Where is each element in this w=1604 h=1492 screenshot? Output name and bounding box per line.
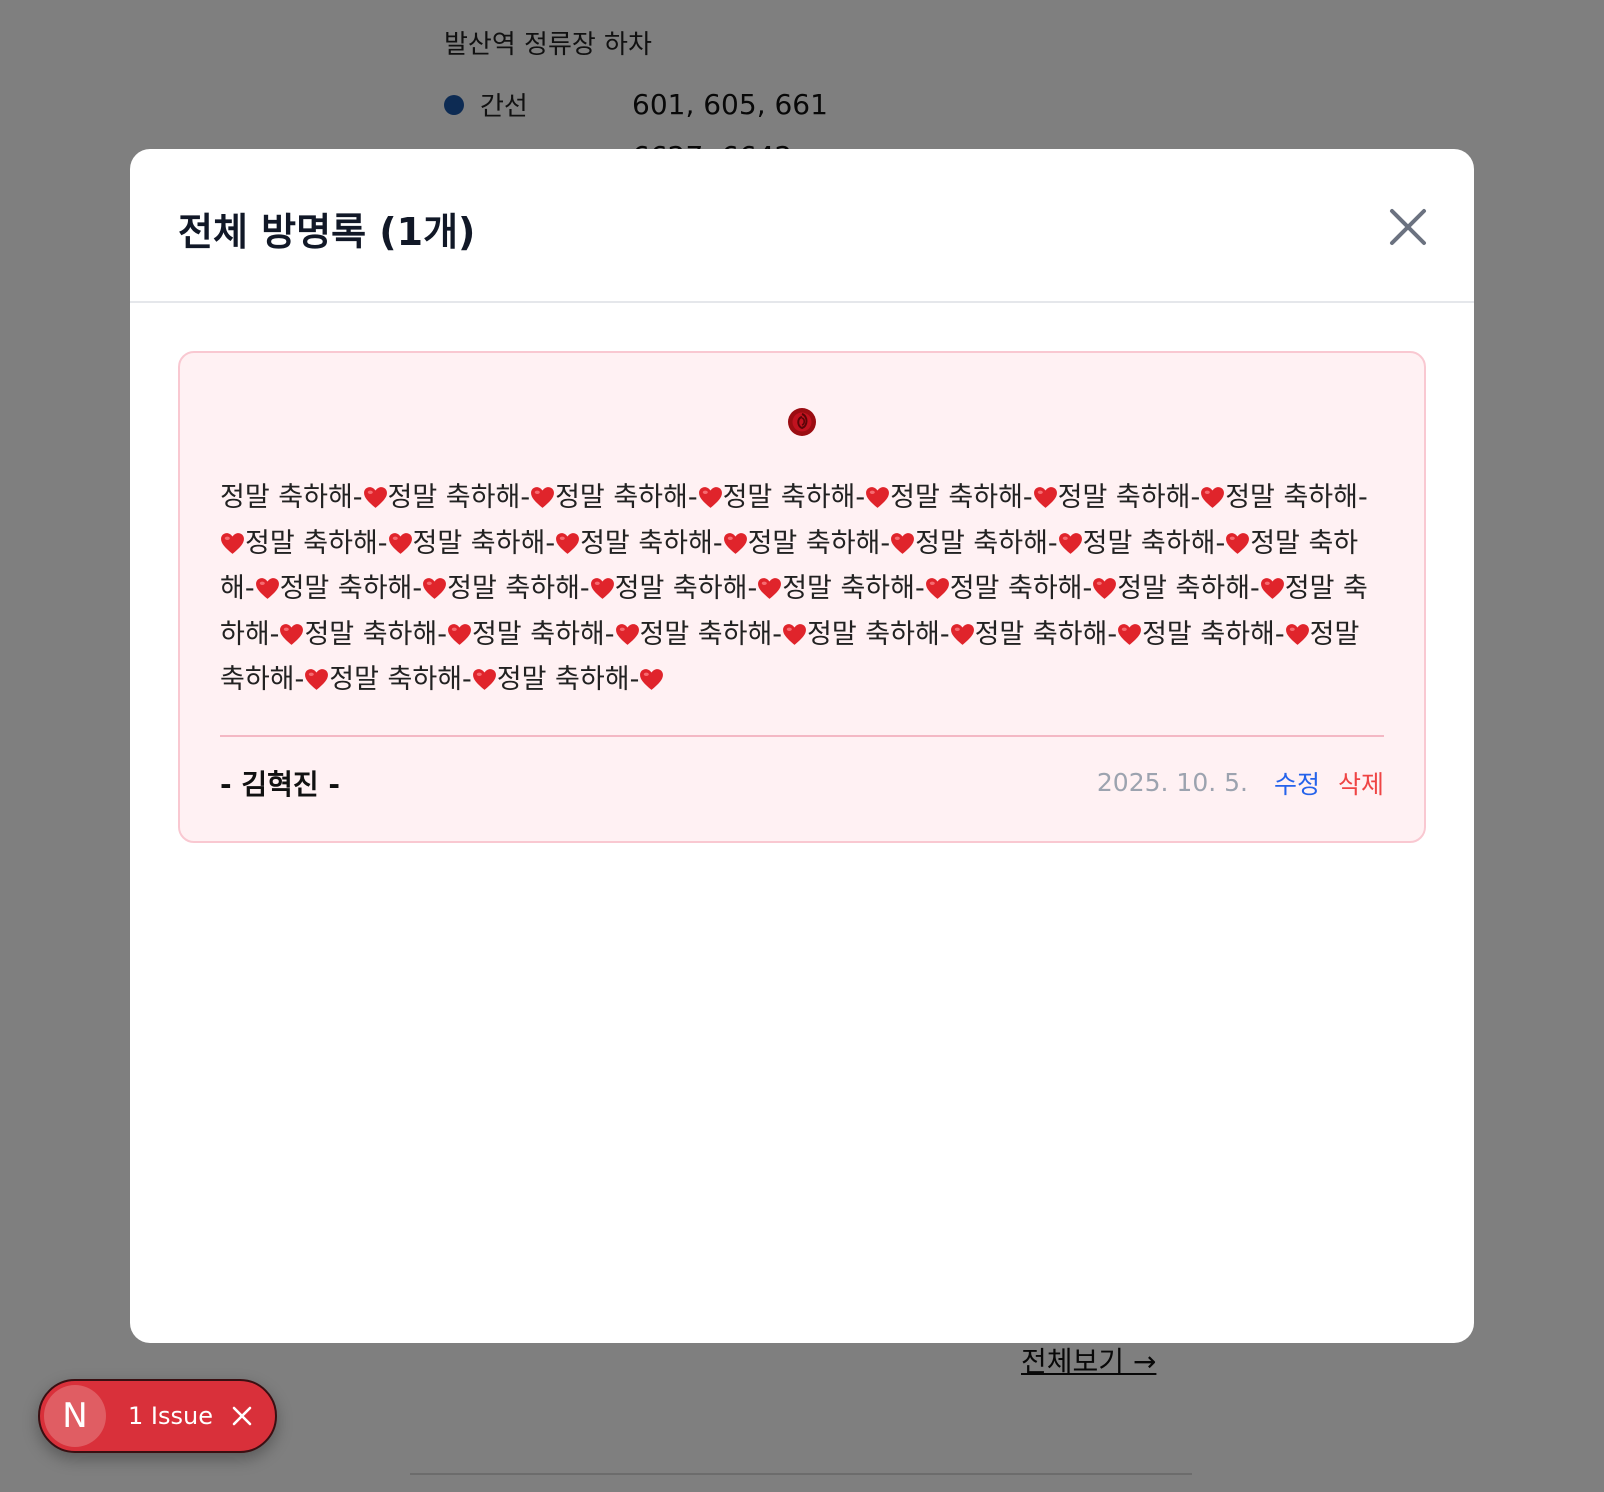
heart-emoji-icon — [615, 623, 639, 645]
heart-emoji-icon — [866, 487, 890, 508]
close-icon — [1390, 209, 1426, 245]
heart-emoji-icon — [280, 623, 304, 645]
heart-emoji-icon — [363, 487, 387, 508]
heart-emoji-icon — [1058, 532, 1082, 554]
heart-emoji-icon — [590, 578, 614, 599]
heart-emoji-icon — [925, 578, 949, 599]
entry-date: 2025. 10. 5. — [1096, 768, 1248, 797]
close-icon[interactable] — [229, 1403, 255, 1429]
heart-emoji-icon — [1033, 487, 1057, 508]
heart-emoji-icon — [1118, 623, 1142, 645]
entry-footer: - 김혁진 - 2025. 10. 5. 수정 삭제 — [220, 763, 1384, 803]
heart-emoji-icon — [950, 623, 974, 645]
heart-emoji-icon — [723, 532, 747, 554]
heart-emoji-icon — [423, 578, 447, 599]
heart-emoji-icon — [758, 578, 782, 599]
heart-emoji-icon — [388, 532, 412, 554]
guestbook-modal: 전체 방명록 (1개) 정말 축하해- 정말 축하해- 정말 축하해- 정말 축하해-… — [130, 149, 1474, 1343]
rose-icon — [220, 405, 1384, 445]
heart-emoji-icon — [1093, 578, 1117, 599]
heart-emoji-icon — [1226, 532, 1250, 554]
edit-button[interactable]: 수정 — [1274, 765, 1320, 801]
delete-button[interactable]: 삭제 — [1338, 765, 1384, 801]
heart-emoji-icon — [556, 532, 580, 554]
heart-emoji-icon — [255, 578, 279, 599]
heart-emoji-icon — [1285, 623, 1309, 645]
close-button[interactable] — [1386, 205, 1430, 249]
heart-emoji-icon — [448, 623, 471, 645]
entry-message: 정말 축하해- 정말 축하해- 정말 축하해- 정말 축하해- 정말 축하해- 정말 축하… — [220, 475, 1384, 737]
modal-title: 전체 방명록 (1개) — [178, 210, 476, 254]
heart-emoji-icon — [531, 487, 555, 508]
heart-emoji-icon — [698, 487, 722, 508]
issue-count-label[interactable]: 1 Issue — [128, 1402, 213, 1430]
heart-emoji-icon — [1201, 487, 1225, 508]
issue-badge[interactable]: N 1 Issue — [38, 1379, 277, 1453]
heart-emoji-icon — [472, 669, 496, 690]
heart-emoji-icon — [305, 669, 329, 690]
guestbook-entry: 정말 축하해- 정말 축하해- 정말 축하해- 정말 축하해- 정말 축하해- 정말 축하… — [178, 351, 1426, 843]
heart-emoji-icon — [640, 669, 664, 690]
modal-body: 정말 축하해- 정말 축하해- 정말 축하해- 정말 축하해- 정말 축하해- 정말 축하… — [130, 303, 1474, 891]
heart-emoji-icon — [221, 532, 244, 554]
nextjs-logo-icon: N — [44, 1385, 106, 1447]
modal-header: 전체 방명록 (1개) — [130, 149, 1474, 303]
heart-emoji-icon — [1260, 578, 1284, 599]
heart-emoji-icon — [891, 532, 915, 554]
entry-author: - 김혁진 - — [220, 767, 341, 801]
heart-emoji-icon — [783, 623, 806, 645]
